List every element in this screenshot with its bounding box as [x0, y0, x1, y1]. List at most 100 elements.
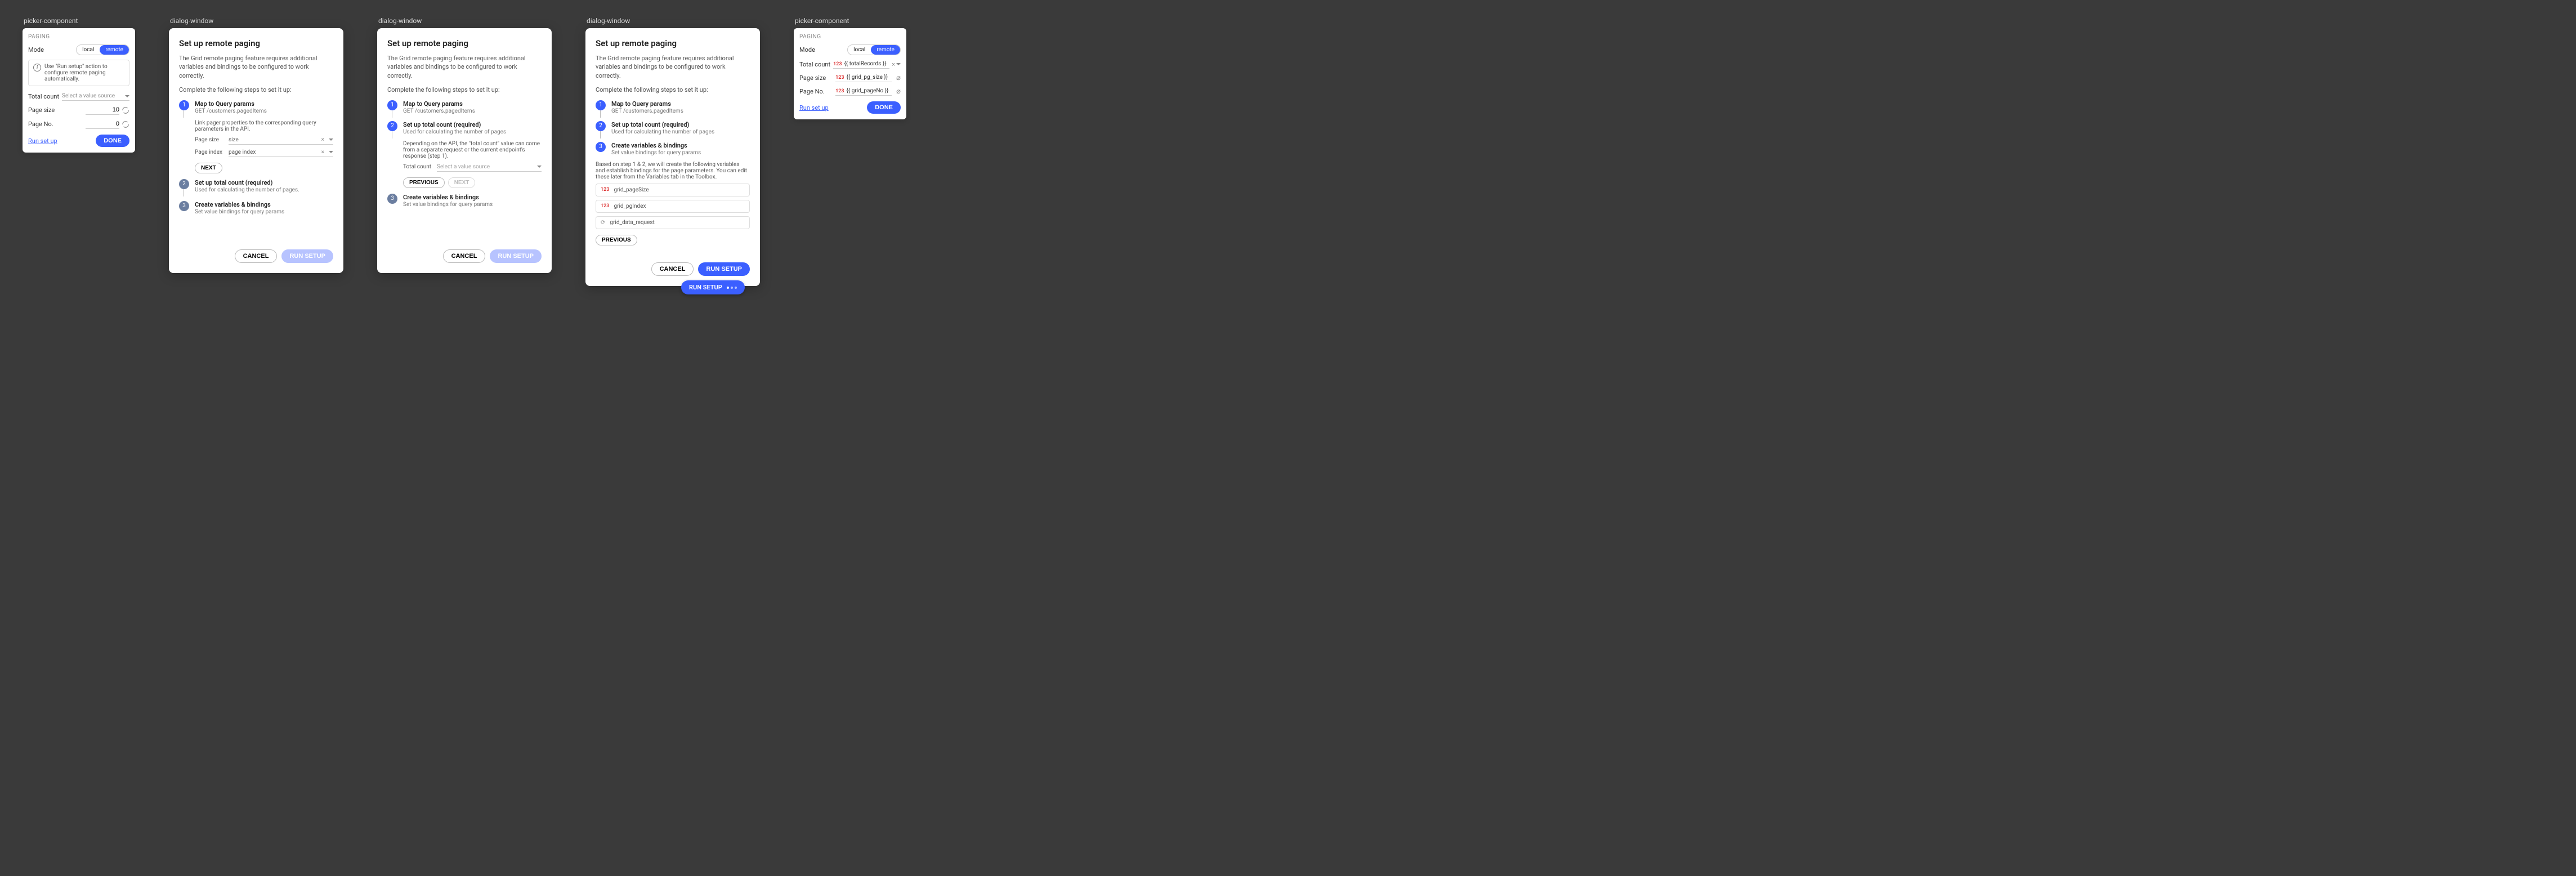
dialog-title: Set up remote paging — [387, 38, 542, 48]
step-2-body: Depending on the API, the "total count" … — [403, 141, 542, 159]
step-2-badge: 2 — [179, 179, 189, 189]
page-no-label: Page No. — [799, 88, 831, 95]
dialog-instruction: Complete the following steps to set it u… — [596, 86, 750, 94]
variable-row[interactable]: ⟳ grid_data_request — [596, 216, 750, 229]
dialog-label: dialog-window — [585, 17, 760, 25]
total-count-param-select[interactable]: Select a value source — [437, 163, 542, 172]
step-1-badge: 1 — [387, 100, 397, 110]
mode-local[interactable]: local — [77, 45, 100, 55]
run-setup-button[interactable]: RUN SETUP — [698, 262, 750, 276]
dialog-label: dialog-window — [377, 17, 552, 25]
setup-dialog-step3: Set up remote paging The Grid remote pag… — [585, 28, 760, 286]
loading-dots-icon — [727, 287, 737, 289]
info-text: Use "Run setup" action to configure remo… — [44, 64, 124, 82]
page-index-param-label: Page index — [195, 149, 229, 155]
previous-button[interactable]: PREVIOUS — [596, 235, 637, 245]
mode-remote[interactable]: remote — [100, 45, 129, 55]
run-setup-link[interactable]: Run set up — [799, 104, 829, 111]
info-banner: i Use "Run setup" action to configure re… — [28, 60, 129, 86]
chip-label: RUN SETUP — [689, 284, 722, 291]
page-size-label: Page size — [799, 74, 831, 82]
step-1-title: Map to Query params — [403, 100, 542, 108]
total-count-select[interactable]: Select a value source — [62, 92, 129, 101]
total-count-placeholder: Select a value source — [62, 93, 115, 99]
step-3-sub: Set value bindings for query params — [611, 150, 750, 156]
mode-toggle[interactable]: local remote — [847, 44, 901, 55]
clear-icon[interactable]: × — [319, 149, 327, 155]
mode-local[interactable]: local — [848, 45, 871, 55]
total-count-param-label: Total count — [403, 164, 437, 170]
run-setup-link[interactable]: Run set up — [28, 137, 57, 145]
clear-icon[interactable]: × — [319, 137, 327, 143]
request-type-icon: ⟳ — [601, 220, 605, 226]
page-size-param-label: Page size — [195, 137, 229, 143]
picker-paging-bound: PAGING Mode local remote Total count 123… — [794, 28, 906, 119]
step-2-title: Set up total count (required) — [611, 121, 750, 128]
cancel-button[interactable]: CANCEL — [443, 249, 486, 263]
step-2-sub: Used for calculating the number of pages — [403, 129, 542, 135]
chevron-down-icon — [329, 138, 333, 141]
step-3-badge: 3 — [596, 142, 606, 152]
dialog-instruction: Complete the following steps to set it u… — [387, 86, 542, 94]
dialog-title: Set up remote paging — [596, 38, 750, 48]
variable-row[interactable]: 123 grid_pgIndex — [596, 200, 750, 213]
step-2-sub: Used for calculating the number of pages — [611, 129, 750, 135]
page-size-param-select[interactable]: size × — [229, 136, 333, 145]
dialog-label: dialog-window — [169, 17, 343, 25]
mode-remote[interactable]: remote — [871, 45, 900, 55]
unbind-icon[interactable]: ⌀ — [896, 74, 901, 82]
variable-row[interactable]: 123 grid_pageSize — [596, 184, 750, 196]
unbind-icon[interactable]: ⌀ — [896, 87, 901, 96]
page-size-binding[interactable]: 123 {{ grid_pg_size }} — [835, 73, 892, 82]
step-2-title: Set up total count (required) — [403, 121, 542, 128]
total-count-label: Total count — [28, 93, 62, 100]
step-1-body: Link pager properties to the correspondi… — [195, 120, 333, 132]
step-1-sub: GET /customers.pagedItems — [403, 108, 542, 114]
total-count-param-placeholder: Select a value source — [437, 164, 490, 170]
step-3-body: Based on step 1 & 2, we will create the … — [596, 162, 750, 180]
total-count-binding[interactable]: 123 {{ totalRecords }} — [833, 60, 889, 69]
step-3-title: Create variables & bindings — [403, 194, 542, 201]
section-title: PAGING — [28, 34, 129, 40]
chevron-down-icon — [329, 151, 333, 153]
next-button[interactable]: NEXT — [195, 163, 222, 173]
setup-dialog-step2: Set up remote paging The Grid remote pag… — [377, 28, 552, 273]
run-setup-button[interactable]: RUN SETUP — [281, 249, 333, 263]
step-3-title: Create variables & bindings — [195, 201, 333, 208]
cancel-button[interactable]: CANCEL — [235, 249, 278, 263]
dialog-intro: The Grid remote paging feature requires … — [387, 54, 542, 80]
unbind-icon[interactable] — [122, 106, 129, 114]
step-1-badge: 1 — [179, 100, 189, 110]
step-1-title: Map to Query params — [195, 100, 333, 108]
picker-paging-initial: PAGING Mode local remote i Use "Run setu… — [23, 28, 135, 153]
step-2-badge: 2 — [387, 121, 397, 131]
info-icon: i — [33, 64, 41, 71]
section-title: PAGING — [799, 34, 901, 40]
cancel-button[interactable]: CANCEL — [651, 262, 694, 276]
number-type-icon: 123 — [833, 61, 842, 67]
run-setup-button[interactable]: RUN SETUP — [490, 249, 542, 263]
chevron-down-icon — [896, 63, 901, 65]
dialog-instruction: Complete the following steps to set it u… — [179, 86, 333, 94]
binding-expression: {{ grid_pg_size }} — [847, 74, 888, 81]
picker-label: picker-component — [794, 17, 906, 25]
dialog-title: Set up remote paging — [179, 38, 333, 48]
step-3-sub: Set value bindings for query params — [403, 202, 542, 208]
done-button[interactable]: DONE — [96, 135, 129, 147]
step-2-title: Set up total count (required) — [195, 179, 333, 186]
page-no-input[interactable] — [86, 119, 119, 129]
done-button[interactable]: DONE — [867, 101, 901, 114]
page-no-binding[interactable]: 123 {{ grid_pageNo }} — [835, 87, 892, 96]
number-type-icon: 123 — [601, 187, 609, 193]
previous-button[interactable]: PREVIOUS — [403, 177, 445, 188]
variable-name: grid_data_request — [610, 220, 654, 226]
mode-toggle[interactable]: local remote — [76, 44, 129, 55]
page-size-label: Page size — [28, 106, 55, 114]
unbind-icon[interactable] — [122, 120, 129, 128]
page-size-input[interactable] — [86, 105, 119, 115]
dialog-intro: The Grid remote paging feature requires … — [596, 54, 750, 80]
step-1-sub: GET /customers.pagedItems — [195, 108, 333, 114]
clear-icon[interactable]: × — [892, 61, 895, 68]
step-2-sub: Used for calculating the number of pages… — [195, 187, 333, 193]
page-index-param-select[interactable]: page index × — [229, 148, 333, 157]
